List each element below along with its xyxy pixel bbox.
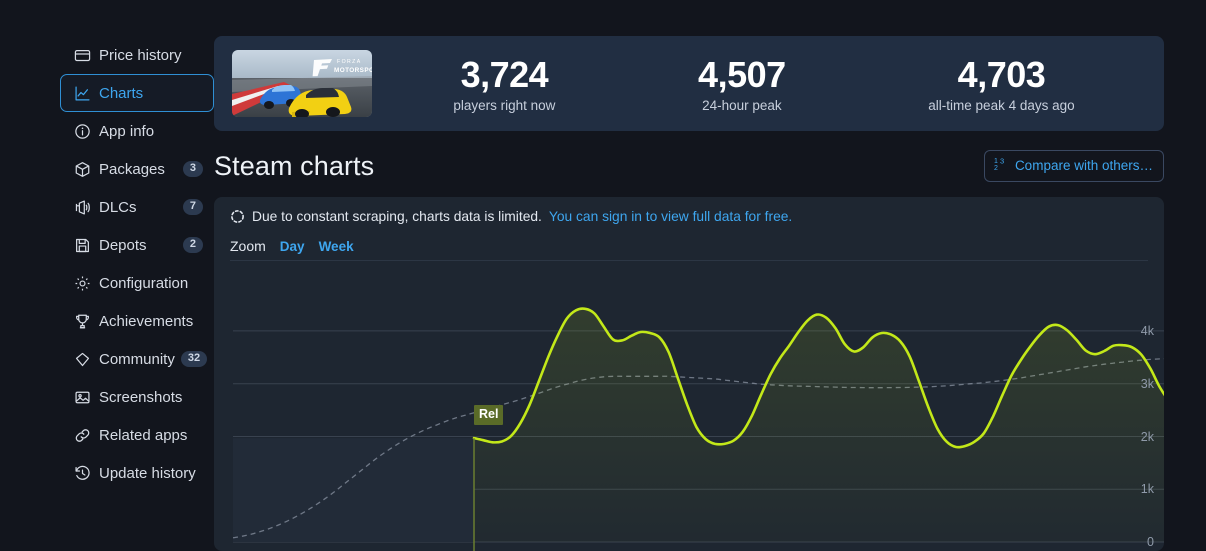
sidebar-item-configuration[interactable]: Configuration [60, 264, 214, 302]
sidebar-item-charts[interactable]: Charts [60, 74, 214, 112]
y-axis-tick-label: 0 [1147, 535, 1154, 549]
forza-capsule-art: FORZA MOTORSPORT [232, 50, 372, 117]
main-content: FORZA MOTORSPORT 3,724 players right now 4… [214, 0, 1206, 551]
stat-caption: players right now [453, 97, 556, 113]
chart-plot-area[interactable]: 0 1k 2k 3k 4k Rel [233, 280, 1164, 551]
line-chart-icon [73, 84, 92, 103]
trophy-icon [73, 312, 92, 331]
players-area-fill [474, 308, 1164, 542]
svg-text:1: 1 [994, 158, 998, 165]
zoom-label: Zoom [230, 238, 266, 254]
sidebar-item-label: App info [99, 122, 155, 140]
ranking-123-icon: 1 2 3 [994, 157, 1009, 174]
sidebar-item-label: Update history [99, 464, 196, 482]
sidebar-item-label: Community [99, 350, 175, 368]
sidebar-item-packages[interactable]: Packages 3 [60, 150, 214, 188]
zoom-divider [230, 260, 1148, 261]
y-axis-tick-label: 1k [1140, 482, 1154, 497]
steam-charts-panel: Due to constant scraping, charts data is… [214, 197, 1164, 551]
svg-text:2: 2 [994, 165, 998, 171]
credit-card-icon [73, 46, 92, 65]
sidebar-item-app-info[interactable]: App info [60, 112, 214, 150]
sidebar-item-label: Price history [99, 46, 182, 64]
sidebar-item-badge: 3 [182, 161, 203, 177]
y-axis-tick-label: 3k [1140, 376, 1154, 391]
compare-with-others-button[interactable]: 1 2 3 Compare with others… [983, 150, 1164, 182]
page-title: Steam charts [214, 150, 375, 181]
zoom-controls: Zoom Day Week [214, 224, 1164, 254]
sidebar-item-dlcs[interactable]: DLCs 7 [60, 188, 214, 226]
svg-text:3: 3 [1000, 157, 1004, 166]
sidebar-item-label: Depots [99, 236, 147, 254]
pre-release-shading [233, 438, 474, 542]
link-icon [73, 426, 92, 445]
svg-text:MOTORSPORT: MOTORSPORT [334, 67, 372, 74]
sidebar-item-label: Achievements [99, 312, 194, 330]
image-icon [73, 388, 92, 407]
sidebar-item-depots[interactable]: Depots 2 [60, 226, 214, 264]
sidebar-item-achievements[interactable]: Achievements [60, 302, 214, 340]
stat-caption: all-time peak 4 days ago [928, 97, 1075, 113]
sidebar-item-label: Packages [99, 160, 165, 178]
sidebar-item-label: Screenshots [99, 388, 183, 406]
y-axis-tick-label: 2k [1140, 429, 1154, 444]
dlc-plug-icon [73, 198, 92, 217]
stat-value: 4,703 [957, 53, 1046, 95]
stat-caption: 24-hour peak [702, 97, 782, 113]
info-circle-icon [73, 122, 92, 141]
sidebar: Price history Charts App info Packages 3 DLCs… [0, 0, 214, 551]
release-marker-flag[interactable]: Rel [474, 405, 504, 425]
app-root: Price history Charts App info Packages 3 DLCs… [0, 0, 1206, 551]
game-stats-panel: FORZA MOTORSPORT 3,724 players right now 4… [214, 36, 1164, 131]
players-line-chart [233, 307, 1164, 551]
y-axis-tick-label: 4k [1140, 323, 1154, 338]
sidebar-item-screenshots[interactable]: Screenshots [60, 378, 214, 416]
sidebar-item-price-history[interactable]: Price history [60, 36, 214, 74]
compare-button-label: Compare with others… [1014, 158, 1153, 173]
gear-icon [73, 274, 92, 293]
sidebar-item-related-apps[interactable]: Related apps [60, 416, 214, 454]
diamond-icon [73, 350, 92, 369]
depot-save-icon [73, 236, 92, 255]
sidebar-item-community[interactable]: Community 32 [60, 340, 214, 378]
page-title-row: Steam charts 1 2 3 Compare with others… [214, 149, 1164, 183]
sidebar-item-label: Charts [99, 84, 144, 102]
zoom-option-day[interactable]: Day [280, 239, 305, 254]
sidebar-item-badge: 7 [182, 199, 203, 215]
sign-in-link[interactable]: You can sign in to view full data for fr… [549, 209, 792, 224]
limited-data-notice: Due to constant scraping, charts data is… [214, 197, 1164, 224]
spinner-icon [230, 209, 245, 224]
notice-text: Due to constant scraping, charts data is… [252, 209, 542, 224]
sidebar-item-label: Configuration [99, 274, 189, 292]
game-capsule-image[interactable]: FORZA MOTORSPORT [232, 50, 372, 117]
stat-value: 4,507 [698, 53, 786, 95]
stat-block: 4,507 24-hour peak [698, 53, 786, 113]
stats-group: 3,724 players right now 4,507 24-hour peak 4… [372, 53, 1146, 113]
package-box-icon [73, 160, 92, 179]
stat-block: 3,724 players right now [453, 53, 556, 113]
svg-text:FORZA: FORZA [337, 59, 362, 65]
sidebar-item-label: Related apps [99, 426, 188, 444]
stat-block: 4,703 all-time peak 4 days ago [928, 53, 1075, 113]
clock-history-icon [73, 464, 92, 483]
sidebar-item-update-history[interactable]: Update history [60, 454, 214, 492]
sidebar-item-badge: 32 [180, 351, 208, 367]
stat-value: 3,724 [460, 53, 549, 95]
sidebar-item-label: DLCs [99, 198, 137, 216]
sidebar-item-badge: 2 [182, 237, 203, 253]
zoom-option-week[interactable]: Week [319, 239, 354, 254]
